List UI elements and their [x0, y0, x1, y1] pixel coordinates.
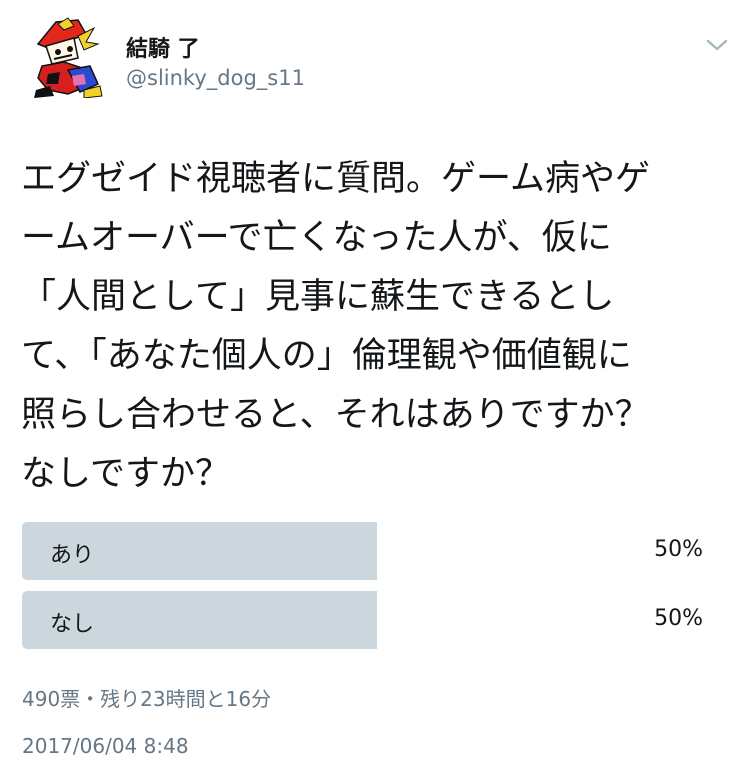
- poll-option-nashi[interactable]: なし 50%: [22, 591, 732, 649]
- avatar-illustration-icon: [28, 14, 106, 99]
- poll-meta: 490票・残り23時間と16分: [22, 687, 272, 711]
- tweet-menu-button[interactable]: [703, 34, 731, 56]
- poll-option-ari[interactable]: あり 50%: [22, 522, 732, 580]
- avatar[interactable]: [28, 14, 106, 99]
- poll-option-label: あり: [50, 543, 95, 568]
- user-handle[interactable]: @slinky_dog_s11: [126, 66, 305, 90]
- poll-option-percent: 50%: [654, 537, 703, 562]
- timestamp[interactable]: 2017/06/04 8:48: [22, 734, 189, 758]
- poll-option-label: なし: [50, 612, 95, 637]
- chevron-down-icon: [706, 39, 728, 51]
- display-name[interactable]: 結騎 了: [126, 31, 200, 63]
- tweet-text: エグゼイド視聴者に質問。ゲーム病やゲ ームオーバーで亡くなった人が、仮に 「人間…: [21, 159, 650, 494]
- poll-option-percent: 50%: [654, 606, 703, 631]
